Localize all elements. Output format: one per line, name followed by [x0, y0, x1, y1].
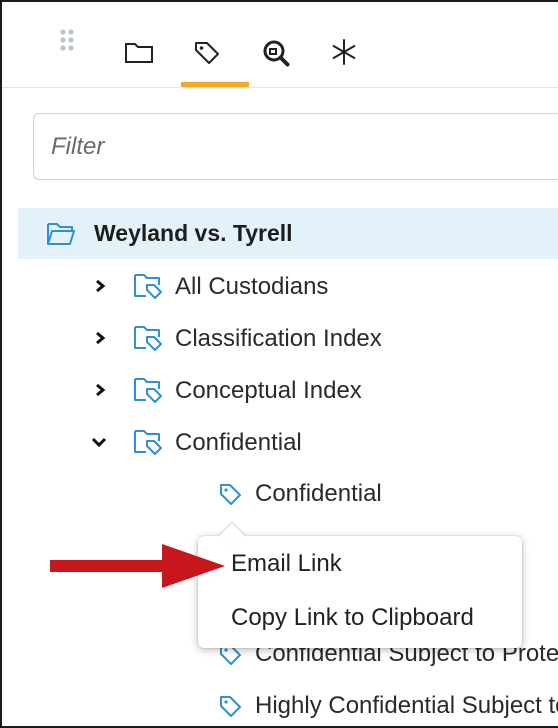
chevron-right-icon[interactable] [92, 379, 108, 401]
tree-folder-label: All Custodians [175, 273, 329, 300]
tag-icon [218, 694, 244, 720]
context-menu: Email Link Copy Link to Clipboard [198, 523, 522, 648]
tree-root-label: Weyland vs. Tyrell [94, 220, 293, 246]
tree-folder-row[interactable]: Conceptual Index [0, 367, 558, 413]
asterisk-icon[interactable] [324, 32, 364, 72]
chevron-right-icon[interactable] [92, 275, 108, 297]
chevron-down-icon[interactable] [88, 431, 107, 453]
tree-tag-row[interactable]: Confidential [0, 470, 558, 516]
tree-folder-row[interactable]: Confidential [0, 419, 558, 465]
app-panel: Weyland vs. Tyrell All Custodians Classi… [0, 0, 558, 728]
tag-folder-icon [133, 272, 163, 300]
tree-tag-label: Highly Confidential Subject to Protectiv… [255, 692, 558, 719]
tree-folder-label: Classification Index [175, 325, 382, 352]
active-tab-indicator [181, 82, 249, 87]
email-link-menu-item[interactable]: Email Link [231, 550, 342, 578]
tree-folder-row[interactable]: All Custodians [0, 263, 558, 309]
tree-tag-row[interactable]: Highly Confidential Subject to Protectiv… [0, 682, 558, 728]
tag-icon [218, 482, 244, 508]
grip-icon[interactable] [52, 26, 92, 66]
toolbar [2, 2, 558, 88]
folder-open-icon [46, 220, 76, 248]
tag-folder-icon [133, 376, 163, 404]
tree-tag-label: Confidential [255, 480, 382, 507]
tag-icon[interactable] [188, 32, 228, 72]
tree-folder-row[interactable]: Classification Index [0, 315, 558, 361]
filter-input[interactable] [33, 113, 558, 180]
tree-root-row[interactable]: Weyland vs. Tyrell [18, 208, 558, 259]
chevron-right-icon[interactable] [92, 327, 108, 349]
tree-folder-label: Conceptual Index [175, 377, 362, 404]
arrow-right-icon [50, 544, 225, 588]
folder-icon[interactable] [120, 32, 160, 72]
tree-folder-label: Confidential [175, 429, 302, 456]
search-file-icon[interactable] [256, 32, 296, 72]
copy-link-menu-item[interactable]: Copy Link to Clipboard [231, 604, 474, 632]
tag-folder-icon [133, 428, 163, 456]
tag-folder-icon [133, 324, 163, 352]
